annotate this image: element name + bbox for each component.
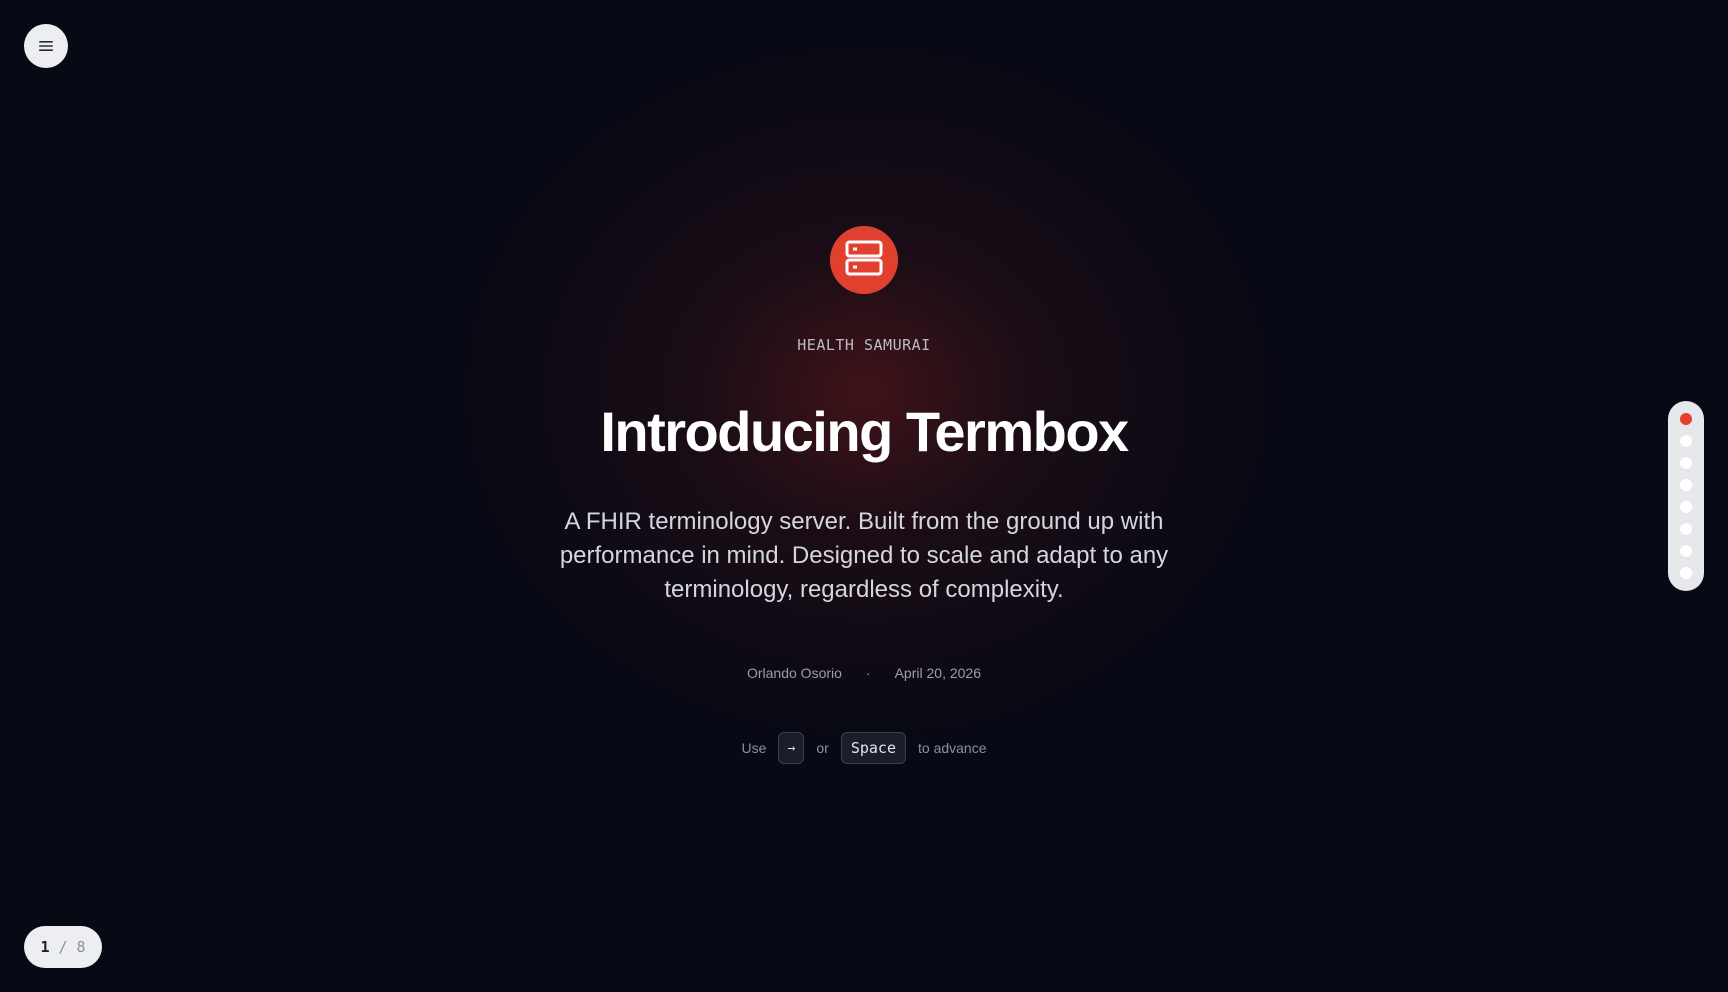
arrow-key-badge: → xyxy=(778,732,805,764)
slide-dot-7[interactable] xyxy=(1680,545,1692,557)
slide-dot-5[interactable] xyxy=(1680,501,1692,513)
slide-dot-3[interactable] xyxy=(1680,457,1692,469)
slide-dot-4[interactable] xyxy=(1680,479,1692,491)
slide-stage: HEALTH SAMURAI Introducing Termbox A FHI… xyxy=(0,0,1728,992)
byline: Orlando Osorio · April 20, 2026 xyxy=(0,665,1728,681)
publish-date: April 20, 2026 xyxy=(894,665,981,681)
navigation-hint: Use → or Space to advance xyxy=(0,732,1728,764)
slide-dot-2[interactable] xyxy=(1680,435,1692,447)
slide-title: Introducing Termbox xyxy=(600,400,1129,463)
server-icon xyxy=(845,239,883,282)
current-slide-number: 1 xyxy=(40,938,50,956)
slide-subtitle: A FHIR terminology server. Built from th… xyxy=(559,508,1169,603)
hint-suffix: to advance xyxy=(918,740,987,756)
eyebrow-label: HEALTH SAMURAI xyxy=(797,336,931,354)
slide-counter: 1 / 8 xyxy=(24,926,102,968)
total-slide-count: 8 xyxy=(76,938,86,956)
hint-prefix: Use xyxy=(741,740,767,756)
slide-dot-6[interactable] xyxy=(1680,523,1692,535)
slide-dot-navigation xyxy=(1668,401,1704,591)
logo-badge xyxy=(830,226,898,294)
author-name: Orlando Osorio xyxy=(746,665,842,681)
counter-separator: / xyxy=(58,938,68,956)
slide-content: HEALTH SAMURAI Introducing Termbox A FHI… xyxy=(0,0,1728,992)
hint-or: or xyxy=(816,740,829,756)
space-key-badge: Space xyxy=(840,732,906,764)
byline-separator: · xyxy=(865,665,871,681)
slide-dot-1[interactable] xyxy=(1680,413,1692,425)
slide-dot-8[interactable] xyxy=(1680,567,1692,579)
